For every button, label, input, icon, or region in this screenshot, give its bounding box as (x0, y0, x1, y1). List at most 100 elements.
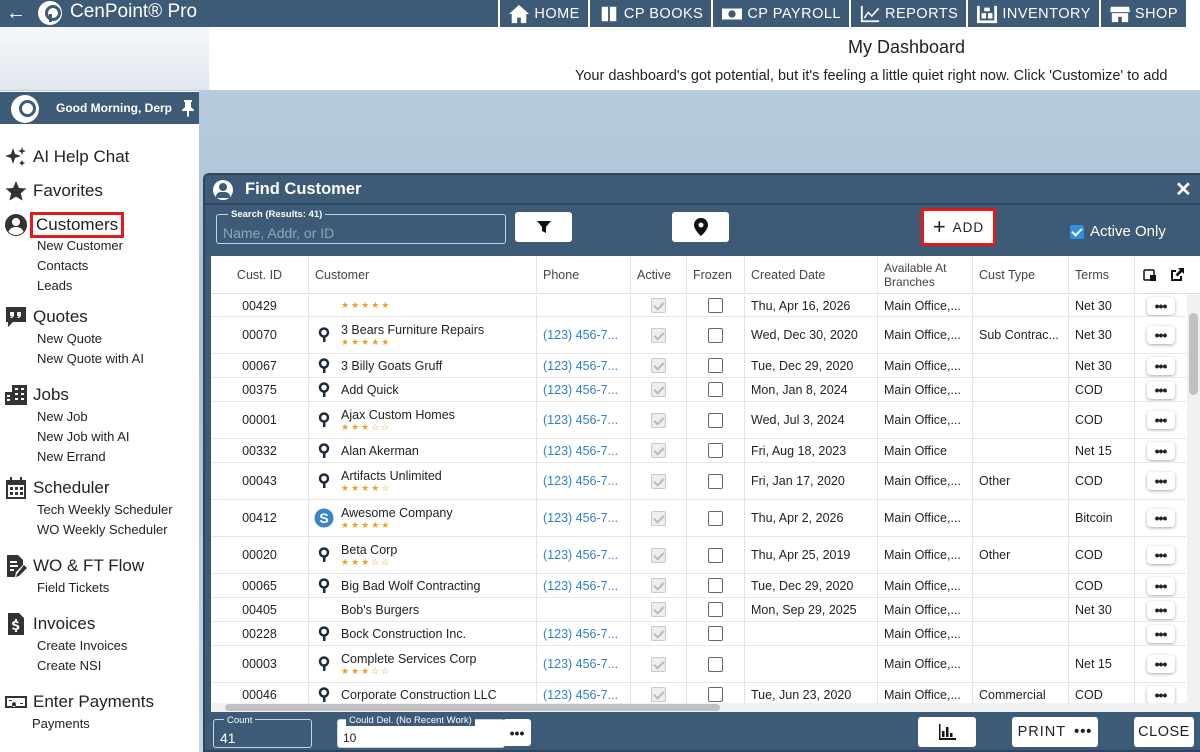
nav-cp-books[interactable]: CP BOOKS (587, 0, 711, 27)
could-delete-more-button[interactable]: ••• (503, 719, 531, 746)
row-more-button[interactable]: ••• (1146, 411, 1175, 429)
sidebar-item-create-nsi[interactable]: Create NSI (37, 658, 101, 673)
customer-cell[interactable]: 3 Billy Goats Gruff (309, 354, 537, 377)
sidebar-quotes[interactable]: Quotes (4, 305, 88, 329)
table-row[interactable]: 00332 Alan Akerman (123) 456-7... Fri, Aug … (211, 439, 1186, 463)
customer-name[interactable]: Complete Services Corp (341, 652, 476, 666)
frozen-checkbox[interactable] (708, 510, 723, 526)
customer-cell[interactable]: Alan Akerman (309, 439, 537, 462)
active-only-checkbox[interactable] (1070, 224, 1084, 239)
sidebar-item-contacts[interactable]: Contacts (37, 258, 88, 273)
active-only-toggle[interactable]: Active Only (1070, 223, 1166, 240)
nav-cp-payroll[interactable]: CP PAYROLL (711, 0, 849, 27)
map-button[interactable] (672, 212, 729, 242)
sidebar-favorites[interactable]: Favorites (4, 179, 103, 203)
horizontal-scrollbar[interactable] (211, 703, 1200, 712)
close-button[interactable]: CLOSE (1134, 717, 1194, 747)
table-row[interactable]: 00065 Big Bad Wolf Contracting (123) 456-7… (211, 574, 1186, 598)
external-link-icon[interactable] (1169, 267, 1185, 283)
phone-cell[interactable]: (123) 456-7... (537, 537, 631, 573)
table-row[interactable]: 00228 Bock Construction Inc. (123) 456-7..… (211, 622, 1186, 646)
sidebar-item-payments[interactable]: Payments (32, 716, 90, 731)
sidebar-item-wo-weekly-scheduler[interactable]: WO Weekly Scheduler (37, 522, 168, 537)
sidebar-item-tech-weekly-scheduler[interactable]: Tech Weekly Scheduler (37, 502, 173, 517)
customer-cell[interactable]: Bock Construction Inc. (309, 622, 537, 645)
search-input[interactable] (223, 224, 493, 242)
frozen-checkbox[interactable] (708, 443, 723, 458)
phone-cell[interactable] (537, 295, 631, 316)
row-more-button[interactable]: ••• (1146, 380, 1175, 399)
nav-home[interactable]: HOME (498, 0, 588, 27)
nav-shop[interactable]: SHOP (1098, 0, 1186, 27)
table-row[interactable]: 00003 Complete Services Corp ★★★☆☆ (123) 45… (211, 646, 1186, 683)
vertical-scroll-thumb[interactable] (1189, 313, 1198, 395)
table-row[interactable]: 00043 Artifacts Unlimited ★★★★☆ (123) 456-7… (211, 463, 1186, 500)
phone-cell[interactable]: (123) 456-7... (537, 463, 631, 499)
customer-name[interactable]: Bob's Burgers (341, 603, 419, 617)
sidebar-item-field-tickets[interactable]: Field Tickets (37, 580, 109, 595)
table-row[interactable]: 00405 Bob's Burgers Mon, Sep 29, 2025 Main … (211, 598, 1186, 622)
col-frozen[interactable]: Frozen (687, 256, 745, 294)
customer-cell[interactable]: Add Quick (309, 378, 537, 401)
phone-cell[interactable]: (123) 456-7... (537, 646, 631, 682)
col-cust-id[interactable]: Cust. ID (211, 256, 309, 294)
customer-cell[interactable]: 3 Bears Furniture Repairs ★★★★★ (309, 317, 537, 353)
frozen-checkbox[interactable] (708, 602, 723, 617)
frozen-checkbox[interactable] (708, 382, 723, 397)
customer-cell[interactable]: Ajax Custom Homes ★★★☆☆ (309, 402, 537, 438)
row-more-button[interactable]: ••• (1146, 576, 1175, 595)
customer-name[interactable]: Big Bad Wolf Contracting (341, 579, 480, 593)
row-more-button[interactable]: ••• (1146, 546, 1175, 564)
customer-cell[interactable]: ★★★★★ (309, 295, 537, 316)
row-more-button[interactable]: ••• (1146, 441, 1175, 460)
customer-cell[interactable]: Bob's Burgers (309, 598, 537, 621)
sidebar-item-new-quote-ai[interactable]: New Quote with AI (37, 351, 144, 366)
customer-name[interactable]: Corporate Construction LLC (341, 688, 497, 702)
col-active[interactable]: Active (631, 256, 687, 294)
sidebar-item-new-errand[interactable]: New Errand (37, 449, 106, 464)
col-cust-type[interactable]: Cust Type (973, 256, 1069, 294)
sidebar-item-new-job-ai[interactable]: New Job with AI (37, 429, 130, 444)
row-more-button[interactable]: ••• (1146, 326, 1175, 344)
customer-name[interactable]: Awesome Company (341, 506, 453, 520)
col-customer[interactable]: Customer (309, 256, 537, 294)
sidebar-item-new-customer[interactable]: New Customer (37, 238, 123, 253)
phone-cell[interactable]: (123) 456-7... (537, 402, 631, 438)
customer-name[interactable]: Beta Corp (341, 543, 397, 557)
row-more-button[interactable]: ••• (1146, 509, 1175, 527)
customer-name[interactable]: Alan Akerman (341, 444, 419, 458)
frozen-checkbox[interactable] (708, 298, 723, 313)
col-terms[interactable]: Terms (1069, 256, 1135, 294)
sidebar-item-leads[interactable]: Leads (37, 278, 72, 293)
phone-cell[interactable]: (123) 456-7... (537, 574, 631, 597)
row-more-button[interactable]: ••• (1146, 685, 1175, 704)
table-row[interactable]: 00020 Beta Corp ★★★☆☆ (123) 456-7... Thu, Ap… (211, 537, 1186, 574)
sidebar-item-new-job[interactable]: New Job (37, 409, 88, 424)
close-icon[interactable]: ✕ (1175, 177, 1192, 202)
customer-name[interactable]: Artifacts Unlimited (341, 469, 442, 483)
sidebar-item-new-quote[interactable]: New Quote (37, 331, 102, 346)
frozen-checkbox[interactable] (708, 473, 723, 489)
row-more-button[interactable]: ••• (1146, 655, 1175, 673)
sidebar-wo-ft-flow[interactable]: WO & FT Flow (4, 554, 144, 578)
phone-cell[interactable]: (123) 456-7... (537, 354, 631, 377)
frozen-checkbox[interactable] (708, 358, 723, 373)
pin-icon[interactable] (181, 99, 195, 117)
print-button[interactable]: PRINT ••• (1012, 717, 1098, 747)
customer-cell[interactable]: Artifacts Unlimited ★★★★☆ (309, 463, 537, 499)
chart-button[interactable] (918, 717, 976, 747)
filter-button[interactable] (515, 212, 572, 242)
frozen-checkbox[interactable] (708, 687, 723, 702)
frozen-checkbox[interactable] (708, 327, 723, 343)
table-row[interactable]: 00001 Ajax Custom Homes ★★★☆☆ (123) 456-7..… (211, 402, 1186, 439)
table-row[interactable]: 00429 ★★★★★ Thu, Apr 16, 2026 Main Office,.… (211, 295, 1186, 317)
back-arrow-icon[interactable]: ← (6, 2, 26, 24)
table-row[interactable]: 00070 3 Bears Furniture Repairs ★★★★★ (123)… (211, 317, 1186, 354)
phone-cell[interactable]: (123) 456-7... (537, 378, 631, 401)
phone-cell[interactable]: (123) 456-7... (537, 439, 631, 462)
phone-cell[interactable]: (123) 456-7... (537, 500, 631, 536)
sidebar-invoices[interactable]: Invoices (4, 612, 95, 636)
customer-name[interactable]: 3 Billy Goats Gruff (341, 359, 442, 373)
sidebar-item-create-invoices[interactable]: Create Invoices (37, 638, 127, 653)
row-more-button[interactable]: ••• (1146, 472, 1175, 490)
